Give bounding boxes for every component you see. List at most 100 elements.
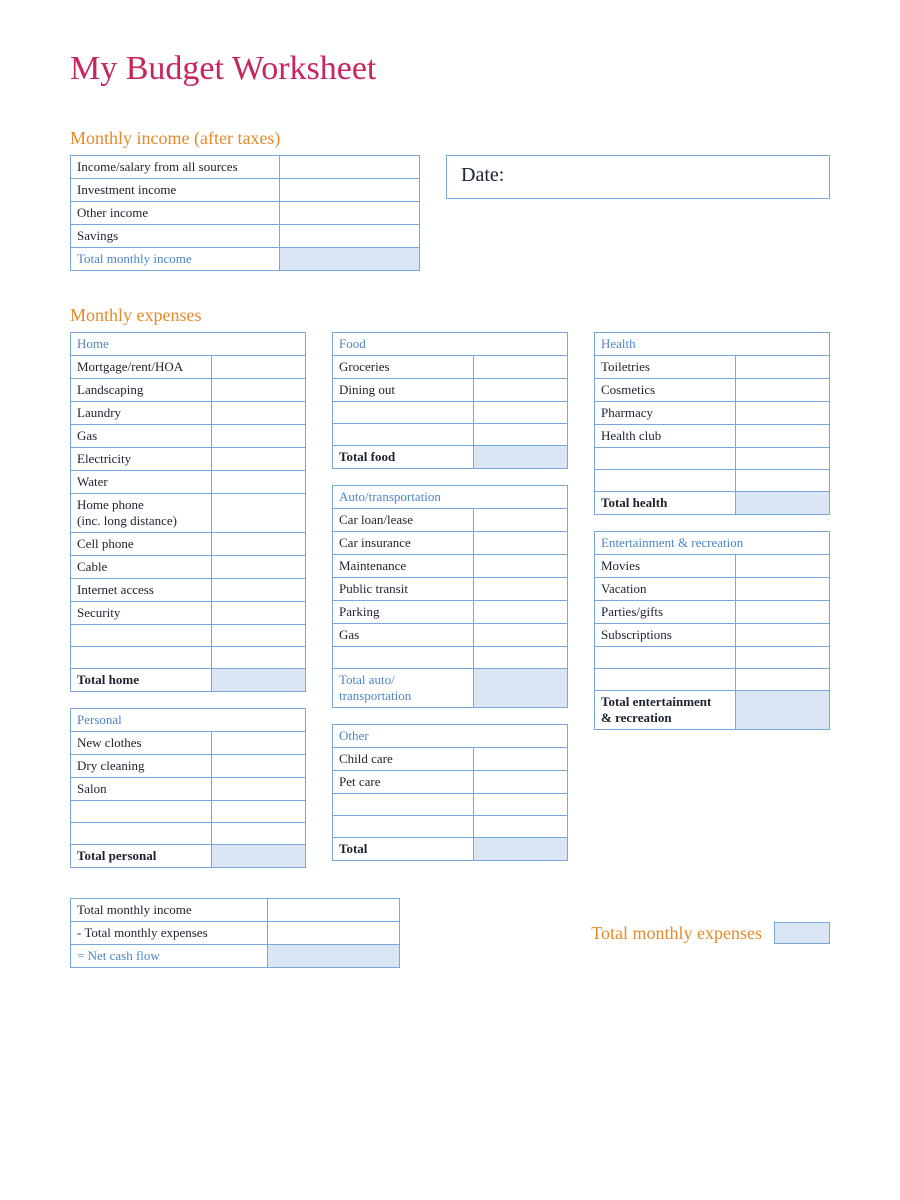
summary-net-value[interactable] xyxy=(268,945,400,968)
health-row: Health club xyxy=(595,425,736,448)
food-row: Groceries xyxy=(333,356,474,379)
auto-row: Gas xyxy=(333,624,474,647)
page-title: My Budget Worksheet xyxy=(70,50,830,88)
auto-value[interactable] xyxy=(474,624,568,647)
auto-total-value[interactable] xyxy=(474,669,568,708)
income-row: Income/salary from all sources xyxy=(71,156,280,179)
auto-value[interactable] xyxy=(474,578,568,601)
food-header: Food xyxy=(333,333,568,356)
entertainment-value[interactable] xyxy=(736,647,830,669)
other-row: Pet care xyxy=(333,771,474,794)
home-value[interactable] xyxy=(212,402,306,425)
home-value[interactable] xyxy=(212,647,306,669)
other-total-value[interactable] xyxy=(474,838,568,861)
section-income-header: Monthly income (after taxes) xyxy=(70,128,830,149)
other-row-blank xyxy=(333,794,474,816)
auto-row-blank xyxy=(333,647,474,669)
section-expenses-header: Monthly expenses xyxy=(70,305,830,326)
health-total-value[interactable] xyxy=(736,492,830,515)
income-value[interactable] xyxy=(280,179,420,202)
health-row: Cosmetics xyxy=(595,379,736,402)
personal-value[interactable] xyxy=(212,732,306,755)
income-value[interactable] xyxy=(280,225,420,248)
food-total-value[interactable] xyxy=(474,446,568,469)
auto-value[interactable] xyxy=(474,601,568,624)
personal-value[interactable] xyxy=(212,778,306,801)
auto-row: Car insurance xyxy=(333,532,474,555)
other-value[interactable] xyxy=(474,771,568,794)
health-value[interactable] xyxy=(736,448,830,470)
personal-row: Salon xyxy=(71,778,212,801)
income-value[interactable] xyxy=(280,156,420,179)
other-value[interactable] xyxy=(474,748,568,771)
entertainment-value[interactable] xyxy=(736,601,830,624)
health-value[interactable] xyxy=(736,470,830,492)
summary-value[interactable] xyxy=(268,922,400,945)
personal-value[interactable] xyxy=(212,755,306,778)
personal-table: Personal New clothes Dry cleaning Salon … xyxy=(70,708,306,868)
food-value[interactable] xyxy=(474,424,568,446)
food-row-blank xyxy=(333,424,474,446)
entertainment-value[interactable] xyxy=(736,555,830,578)
home-total-value[interactable] xyxy=(212,669,306,692)
entertainment-value[interactable] xyxy=(736,578,830,601)
home-value[interactable] xyxy=(212,533,306,556)
home-value[interactable] xyxy=(212,556,306,579)
home-value[interactable] xyxy=(212,625,306,647)
auto-value[interactable] xyxy=(474,647,568,669)
food-value[interactable] xyxy=(474,402,568,424)
health-table: Health Toiletries Cosmetics Pharmacy Hea… xyxy=(594,332,830,515)
auto-value[interactable] xyxy=(474,555,568,578)
total-monthly-expenses-value[interactable] xyxy=(774,922,830,944)
income-total-value[interactable] xyxy=(280,248,420,271)
health-value[interactable] xyxy=(736,425,830,448)
health-row: Pharmacy xyxy=(595,402,736,425)
total-monthly-expenses-label: Total monthly expenses xyxy=(591,923,762,944)
auto-row: Car loan/lease xyxy=(333,509,474,532)
food-value[interactable] xyxy=(474,379,568,402)
home-value[interactable] xyxy=(212,356,306,379)
home-row: Security xyxy=(71,602,212,625)
date-field[interactable]: Date: xyxy=(446,155,830,199)
entertainment-total-label: Total entertainment& recreation xyxy=(595,691,736,730)
home-value[interactable] xyxy=(212,379,306,402)
other-value[interactable] xyxy=(474,794,568,816)
home-value[interactable] xyxy=(212,602,306,625)
entertainment-row-blank xyxy=(595,669,736,691)
home-row-blank xyxy=(71,647,212,669)
home-value[interactable] xyxy=(212,425,306,448)
home-value[interactable] xyxy=(212,579,306,602)
home-row: Water xyxy=(71,471,212,494)
health-row: Toiletries xyxy=(595,356,736,379)
auto-value[interactable] xyxy=(474,532,568,555)
personal-total-label: Total personal xyxy=(71,845,212,868)
personal-row: New clothes xyxy=(71,732,212,755)
auto-value[interactable] xyxy=(474,509,568,532)
home-row-blank xyxy=(71,625,212,647)
home-row: Landscaping xyxy=(71,379,212,402)
entertainment-row: Vacation xyxy=(595,578,736,601)
home-value[interactable] xyxy=(212,494,306,533)
personal-total-value[interactable] xyxy=(212,845,306,868)
other-value[interactable] xyxy=(474,816,568,838)
health-value[interactable] xyxy=(736,402,830,425)
health-total-label: Total health xyxy=(595,492,736,515)
personal-value[interactable] xyxy=(212,823,306,845)
health-value[interactable] xyxy=(736,356,830,379)
entertainment-row: Movies xyxy=(595,555,736,578)
entertainment-total-value[interactable] xyxy=(736,691,830,730)
home-row: Mortgage/rent/HOA xyxy=(71,356,212,379)
entertainment-value[interactable] xyxy=(736,669,830,691)
health-value[interactable] xyxy=(736,379,830,402)
personal-row: Dry cleaning xyxy=(71,755,212,778)
summary-row-expenses: - Total monthly expenses xyxy=(71,922,268,945)
income-row: Investment income xyxy=(71,179,280,202)
entertainment-value[interactable] xyxy=(736,624,830,647)
income-value[interactable] xyxy=(280,202,420,225)
home-value[interactable] xyxy=(212,448,306,471)
summary-value[interactable] xyxy=(268,899,400,922)
home-row: Laundry xyxy=(71,402,212,425)
food-value[interactable] xyxy=(474,356,568,379)
home-value[interactable] xyxy=(212,471,306,494)
personal-value[interactable] xyxy=(212,801,306,823)
